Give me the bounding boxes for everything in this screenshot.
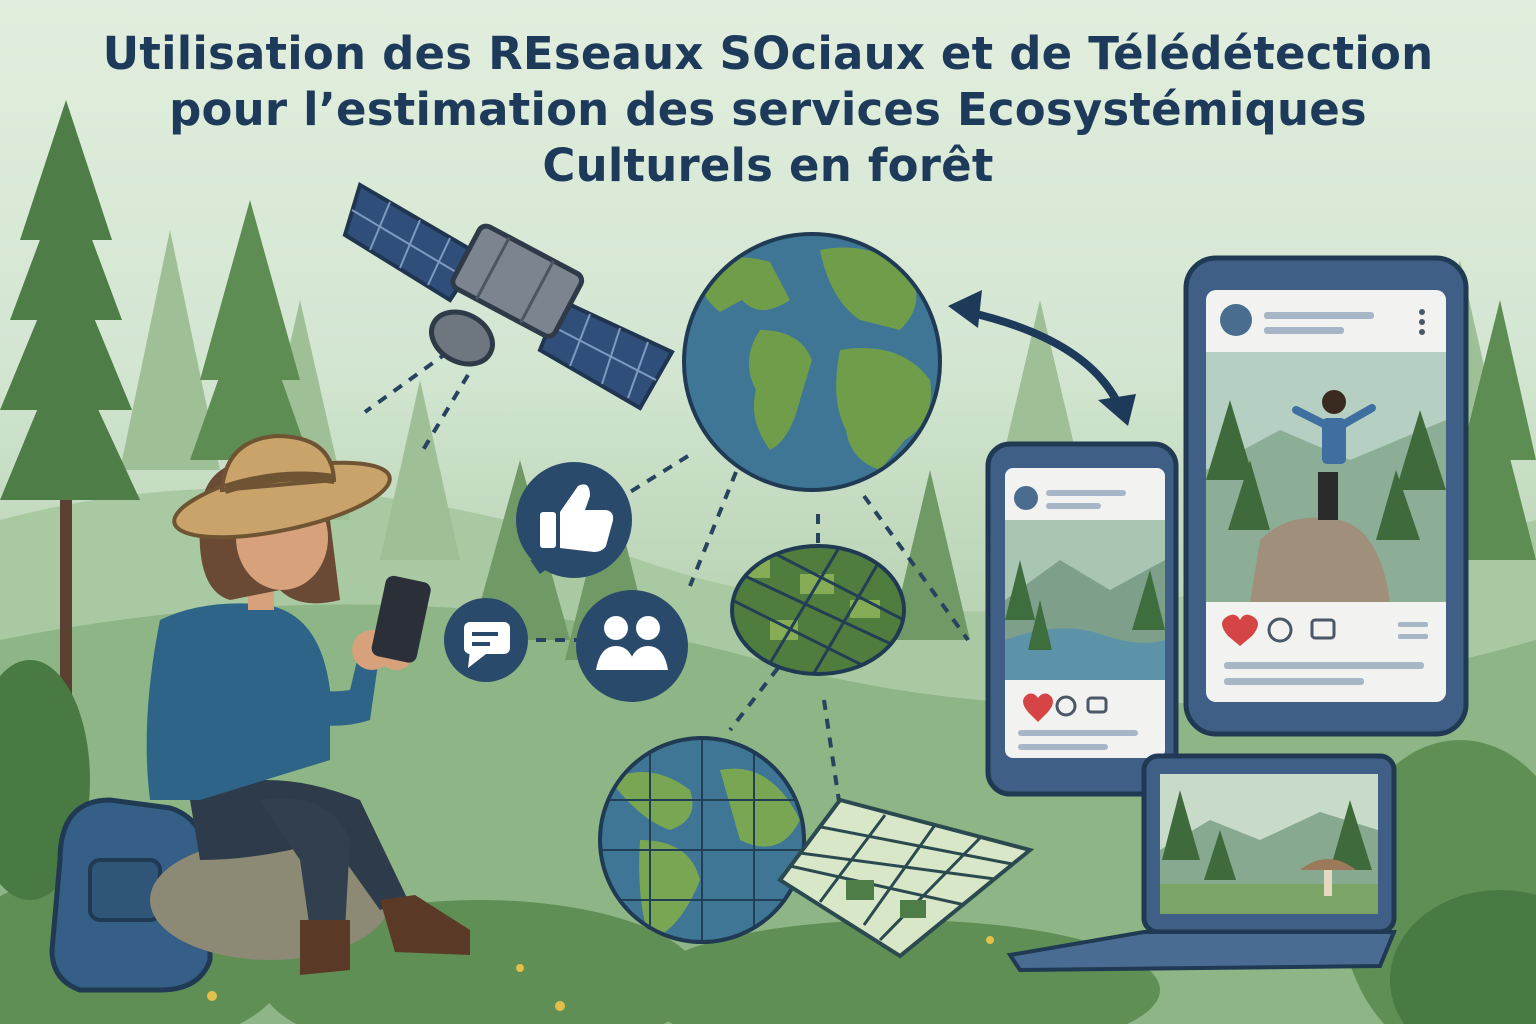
satellite-icon [342, 181, 675, 457]
smartphone-device [1183, 255, 1469, 737]
people-icon [576, 590, 688, 702]
globe-grid-icon [598, 736, 806, 944]
title-line-1: Utilisation des REseaux SOciaux et de Té… [102, 27, 1434, 80]
title-line-3: Culturels en forêt [542, 139, 994, 192]
title-line-2: pour l’estimation des services Ecosystém… [169, 83, 1367, 136]
globe-icon [682, 232, 942, 492]
thumbs-up-icon [516, 462, 632, 578]
tablet-device [985, 441, 1179, 797]
chat-bubble-icon [444, 598, 528, 682]
page-title: Utilisation des REseaux SOciaux et de Té… [0, 26, 1536, 194]
